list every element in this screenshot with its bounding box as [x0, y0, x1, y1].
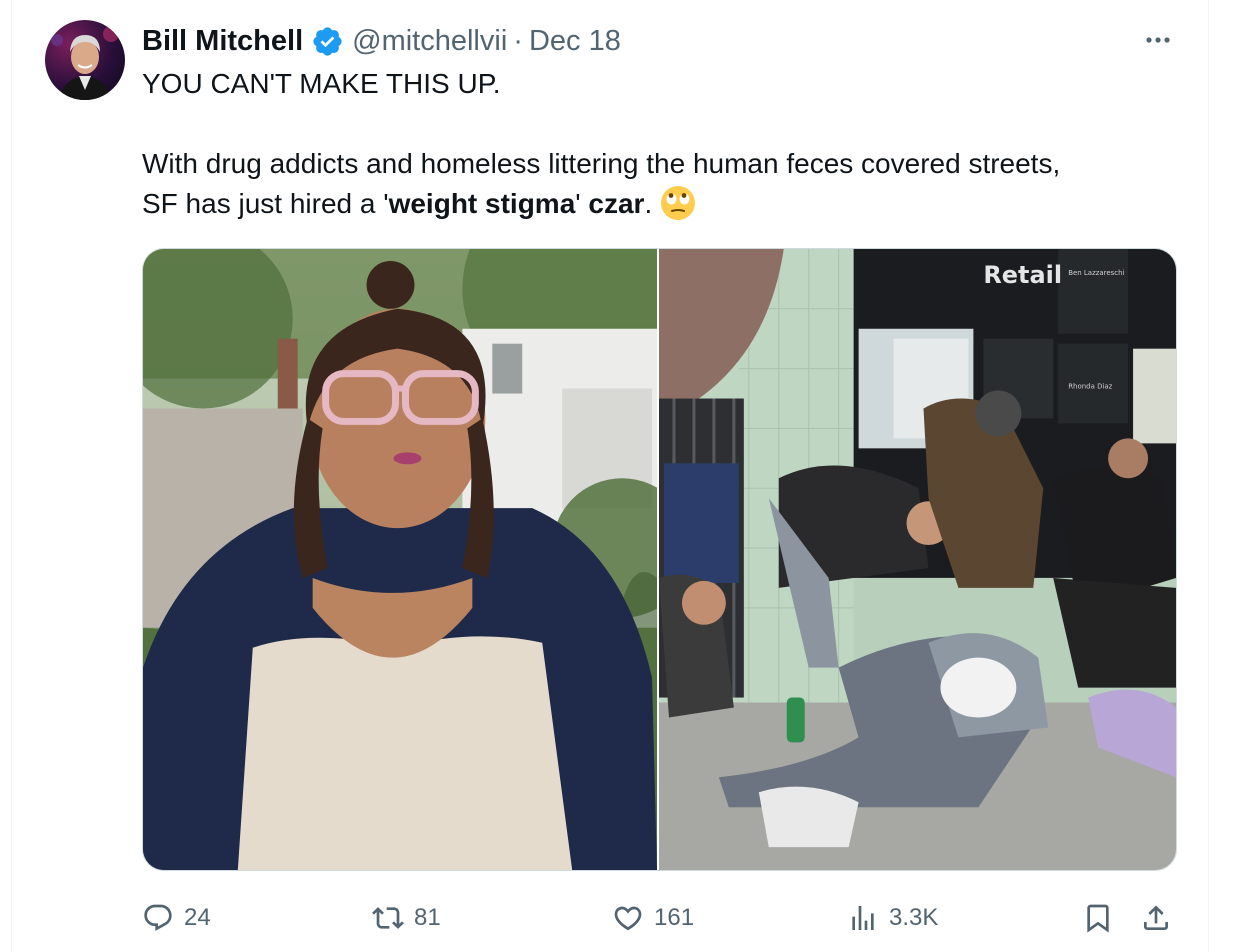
tweet-text-line-3: SF has just hired a 'weight stigma' czar… — [142, 184, 1182, 224]
author-handle[interactable]: @mitchellvii — [352, 25, 507, 58]
storefront-sign: Retail — [983, 261, 1062, 289]
share-icon — [1144, 905, 1168, 930]
author-display-name[interactable]: Bill Mitchell — [142, 25, 303, 58]
views-chart-icon — [852, 906, 874, 930]
tweet-action-bar: 24 81 161 3.3K — [142, 896, 1182, 940]
bookmark-icon — [1087, 904, 1109, 933]
heart-icon — [614, 906, 642, 931]
storefront-sign-small: Ben Lazzareschi — [1068, 269, 1124, 277]
portrait-photo — [143, 249, 657, 870]
tweet-text-line-2: With drug addicts and homeless littering… — [142, 148, 1061, 179]
media-photo-left[interactable] — [143, 249, 657, 870]
verified-badge-icon[interactable] — [311, 25, 344, 58]
retweet-count: 81 — [414, 904, 441, 931]
more-options-button[interactable] — [1140, 26, 1176, 54]
like-button[interactable]: 161 — [612, 896, 694, 940]
share-button[interactable] — [1140, 896, 1172, 940]
avatar[interactable] — [45, 20, 125, 100]
tweet-media[interactable]: Retail Ben Lazzareschi Rhonda Diaz — [142, 248, 1177, 871]
reply-icon — [144, 904, 172, 931]
avatar-image — [51, 26, 119, 100]
street-photo: Retail Ben Lazzareschi Rhonda Diaz — [659, 249, 1176, 870]
rolling-eyes-emoji-icon — [661, 186, 696, 220]
tweet-header: Bill Mitchell @mitchellvii · Dec 18 — [142, 22, 621, 60]
retweet-button[interactable]: 81 — [372, 896, 441, 940]
timeline-border-left — [11, 0, 12, 952]
media-photo-right[interactable]: Retail Ben Lazzareschi Rhonda Diaz — [659, 249, 1176, 870]
tweet-text-line-1: YOU CAN'T MAKE THIS UP. — [142, 68, 501, 99]
tweet-date[interactable]: Dec 18 — [529, 25, 621, 58]
header-separator: · — [513, 24, 523, 57]
tweet-text: YOU CAN'T MAKE THIS UP. With drug addict… — [142, 64, 1182, 224]
more-dots-icon — [1146, 37, 1170, 43]
bold-czar: czar — [588, 188, 645, 219]
storefront-card: Rhonda Diaz — [1068, 383, 1112, 391]
views-button[interactable]: 3.3K — [847, 896, 938, 940]
views-count: 3.3K — [889, 904, 939, 931]
reply-count: 24 — [184, 904, 211, 931]
reply-button[interactable]: 24 — [142, 896, 211, 940]
bold-weight-stigma: weight stigma — [388, 188, 576, 219]
bookmark-button[interactable] — [1082, 896, 1114, 940]
retweet-icon — [372, 907, 404, 929]
timeline-border-right — [1208, 0, 1209, 952]
like-count: 161 — [654, 904, 695, 931]
